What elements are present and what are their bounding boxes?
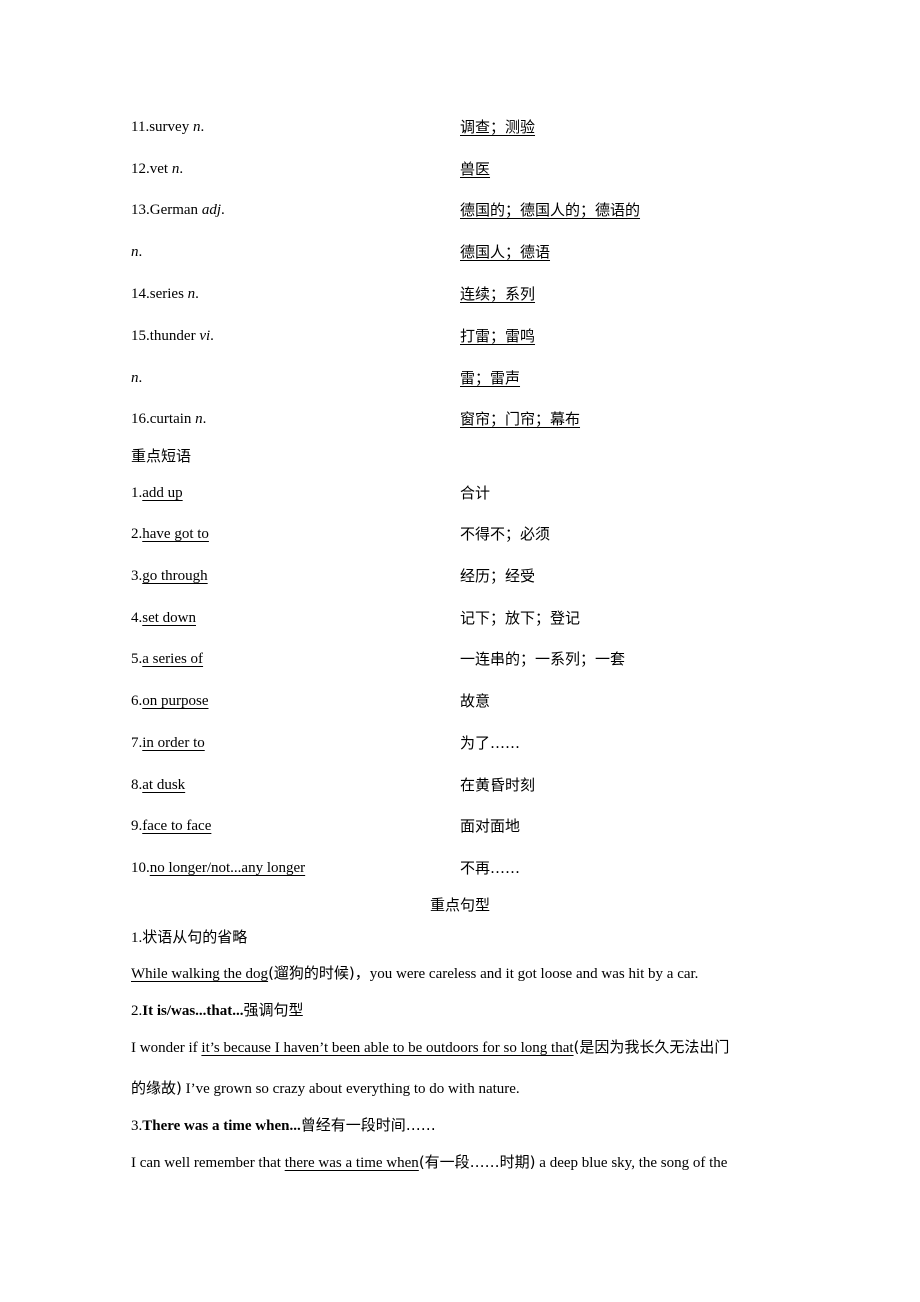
phrase-item: 3.go through 经历；经受 [131,565,811,587]
vocab-item: 13.German adj. 德国的；德国人的；德语的 [131,199,811,221]
phrase-item: 7.in order to 为了…… [131,732,811,754]
phrase-term: 7.in order to [131,735,205,751]
example-prefix: I can well remember that [131,1155,285,1171]
phrase-meaning: 故意 [460,692,491,710]
vocab-term: 11.survey n. [131,119,205,135]
phrase-term: 3.go through [131,568,208,584]
phrase-term: 1.add up [131,485,183,501]
phrase-item: 9.face to face 面对面地 [131,815,811,837]
phrase-meaning: 经历；经受 [460,567,536,585]
vocab-item: 11.survey n. 调查；测验 [131,116,811,138]
phrase-item: 1.add up 合计 [131,482,811,504]
vocab-item: 15.thunder vi. 打雷；雷鸣 [131,325,811,347]
pattern-example-continued: 的缘故) I’ve grown so crazy about everythin… [131,1077,811,1100]
phrase-term: 5.a series of [131,651,204,667]
phrase-meaning: 不再…… [460,859,521,877]
phrase-meaning: 面对面地 [460,817,521,835]
phrase-item: 4.set down 记下；放下；登记 [131,607,811,629]
vocab-meaning: 调查；测验 [460,118,536,136]
phrase-term: 8.at dusk [131,777,186,793]
example-underlined: While walking the dog [131,966,269,982]
pattern-title: 2.It is/was...that...强调句型 [131,1001,304,1019]
phrase-term: 2.have got to [131,526,209,542]
document-page: 11.survey n. 调查；测验 12.vet n. 兽医 13.Germa… [0,0,920,1302]
vocab-meaning: 连续；系列 [460,285,536,303]
vocab-meaning: 德国的；德国人的；德语的 [460,201,641,219]
example-suffix: I’ve grown so crazy about everything to … [181,1081,520,1097]
phrase-term: 4.set down [131,610,196,626]
phrase-term: 10.no longer/not...any longer [131,860,306,876]
example-suffix: you were careless and it got loose and w… [369,966,699,982]
vocab-meaning: 德国人；德语 [460,243,551,261]
vocab-meaning: 雷；雷声 [460,369,521,387]
phrase-item: 10.no longer/not...any longer 不再…… [131,857,811,879]
phrase-item: 8.at dusk 在黄昏时刻 [131,774,811,796]
example-suffix: a deep blue sky, the song of the [535,1155,728,1171]
phrase-item: 5.a series of 一连串的；一系列；一套 [131,648,811,670]
pattern-title: 3.There was a time when...曾经有一段时间…… [131,1116,436,1134]
phrase-meaning: 一连串的；一系列；一套 [460,650,626,668]
example-gloss: (有一段……时期) [418,1153,536,1171]
phrase-term: 9.face to face [131,818,212,834]
vocab-item: 16.curtain n. 窗帘；门帘；幕布 [131,408,811,430]
vocab-meaning: 打雷；雷鸣 [460,327,536,345]
example-gloss: (是因为我长久无法出门 [573,1038,730,1056]
example-gloss: (遛狗的时候)， [268,964,370,982]
sentence-patterns-heading: 重点句型 [429,896,490,914]
vocab-item: 12.vet n. 兽医 [131,158,811,180]
phrase-term: 6.on purpose [131,693,209,709]
phrase-meaning: 记下；放下；登记 [460,609,581,627]
vocab-item: 14.series n. 连续；系列 [131,283,811,305]
example-gloss: 的缘故) [131,1079,182,1097]
phrase-item: 2.have got to 不得不；必须 [131,523,811,545]
phrase-item: 6.on purpose 故意 [131,690,811,712]
vocab-term: 14.series n. [131,286,199,302]
phrase-meaning: 合计 [460,484,491,502]
example-prefix: I wonder if [131,1040,202,1056]
pattern-example: While walking the dog(遛狗的时候)，you were ca… [131,962,811,985]
vocab-item: n. 雷；雷声 [131,367,811,389]
pattern-title: 1.状语从句的省略 [131,928,248,946]
phrase-meaning: 不得不；必须 [460,525,551,543]
vocab-term: 12.vet n. [131,161,184,177]
phrase-meaning: 为了…… [460,734,521,752]
example-underlined: it’s because I haven’t been able to be o… [201,1040,574,1056]
vocab-term: n. [131,244,143,260]
vocab-meaning: 兽医 [460,160,491,178]
pattern-example: I can well remember that there was a tim… [131,1151,811,1174]
example-underlined: there was a time when [284,1155,419,1171]
vocab-meaning: 窗帘；门帘；幕布 [460,410,581,428]
vocab-item: n. 德国人；德语 [131,241,811,263]
pattern-example: I wonder if it’s because I haven’t been … [131,1036,811,1059]
phrase-meaning: 在黄昏时刻 [460,776,536,794]
vocab-term: n. [131,370,143,386]
vocab-term: 13.German adj. [131,202,225,218]
vocab-term: 16.curtain n. [131,411,207,427]
phrases-heading: 重点短语 [131,447,192,465]
vocab-term: 15.thunder vi. [131,328,214,344]
